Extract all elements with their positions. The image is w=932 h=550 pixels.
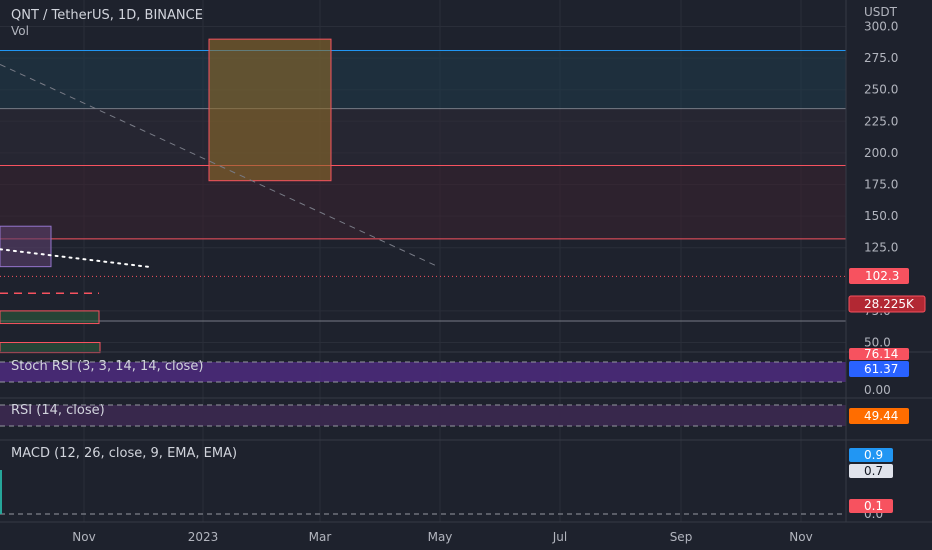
- rsi-value: 49.44: [864, 409, 898, 423]
- signal-value: 0.7: [864, 464, 883, 478]
- stoch-zero-tick: 0.00: [864, 383, 891, 397]
- zone-lower: [0, 165, 846, 239]
- macd-value: 0.9: [864, 448, 883, 462]
- drawn-rectangle: [0, 310, 100, 325]
- price-tick-label: 125.0: [864, 241, 898, 255]
- rsi-band: [0, 405, 846, 426]
- rsi-badge: 49.44: [849, 408, 909, 424]
- stoch-d-badge: 76.14: [849, 347, 909, 361]
- zones-layer: [0, 50, 846, 239]
- signal-badge: 0.7: [849, 464, 893, 478]
- stoch-k-badge: 61.37: [849, 361, 909, 377]
- rsi-legend[interactable]: RSI (14, close): [11, 403, 105, 418]
- volume-badge: 28.225K: [848, 295, 926, 313]
- zone-mid: [0, 108, 846, 166]
- last-price-badge: 102.3: [849, 268, 909, 284]
- price-tick-label: 250.0: [864, 83, 898, 97]
- price-tick-label: 150.0: [864, 209, 898, 223]
- time-tick-label: Mar: [309, 530, 332, 544]
- macd-badge: 0.9: [849, 448, 893, 462]
- time-tick-label: May: [428, 530, 453, 544]
- price-tick-label: 200.0: [864, 146, 898, 160]
- price-tick-label: 300.0: [864, 20, 898, 34]
- zone-upper: [0, 50, 846, 109]
- price-tick-label: 175.0: [864, 178, 898, 192]
- price-tick-label: 225.0: [864, 114, 898, 128]
- symbol-title[interactable]: QNT / TetherUS, 1D, BINANCE: [11, 8, 203, 23]
- stoch-d-value: 76.14: [864, 347, 898, 361]
- time-tick-label: Nov: [72, 530, 95, 544]
- currency-label: USDT: [864, 5, 898, 19]
- time-tick-label: Sep: [670, 530, 693, 544]
- hist-badge: 0.1: [849, 499, 893, 513]
- chart-canvas[interactable]: 300.0 275.0 250.0 225.0 200.0 175.0 150.0 125.0…: [0, 0, 932, 550]
- last-price-value: 102.3: [865, 269, 899, 283]
- drawn-rectangle: [208, 38, 332, 182]
- drawn-rectangle: [0, 225, 52, 268]
- price-tick-label: 275.0: [864, 51, 898, 65]
- volume-legend[interactable]: Vol: [11, 24, 29, 38]
- stoch-k-value: 61.37: [864, 362, 898, 376]
- time-tick-label: Jul: [552, 530, 567, 544]
- time-tick-label: Nov: [789, 530, 812, 544]
- volume-value: 28.225K: [864, 297, 915, 311]
- macd-legend[interactable]: MACD (12, 26, close, 9, EMA, EMA): [11, 446, 237, 461]
- hist-value: 0.1: [864, 499, 883, 513]
- time-tick-label: 2023: [188, 530, 219, 544]
- drawn-rectangle: [0, 342, 101, 354]
- stoch-rsi-legend[interactable]: Stoch RSI (3, 3, 14, 14, close): [11, 359, 203, 374]
